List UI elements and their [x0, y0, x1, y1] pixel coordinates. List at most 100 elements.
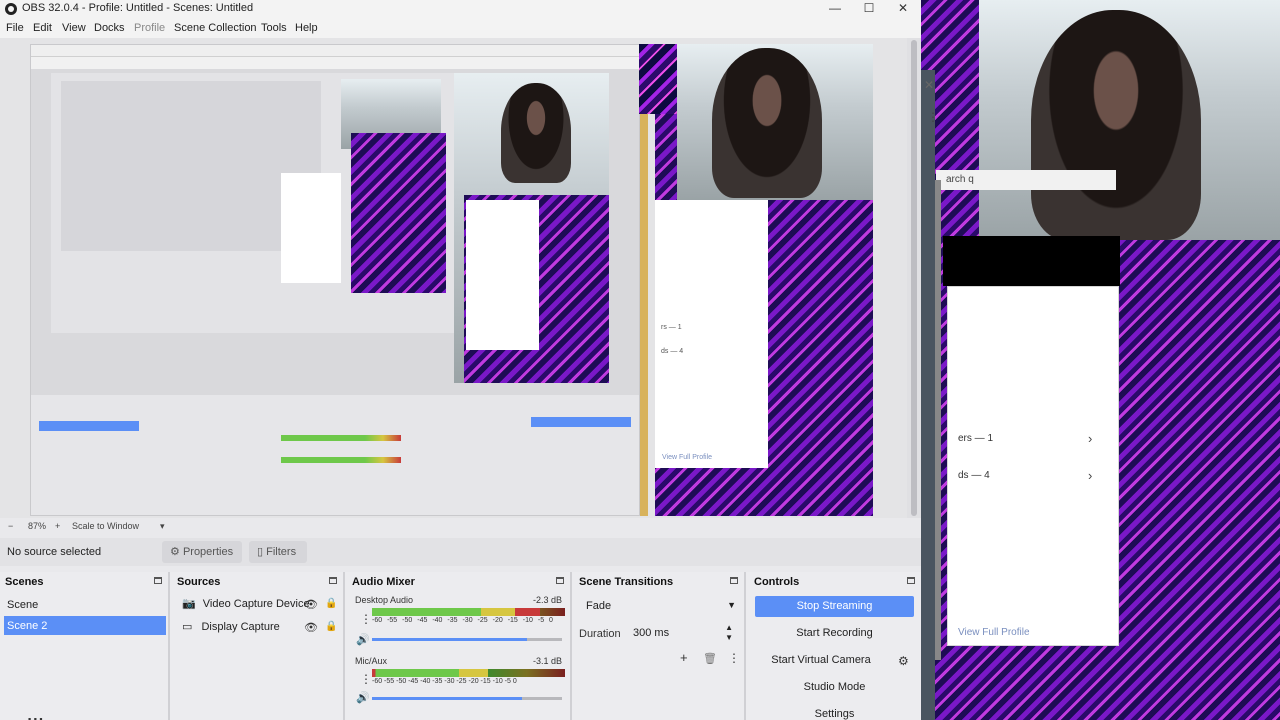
menu-help[interactable]: Help	[295, 22, 318, 34]
preview-scrollbar[interactable]	[907, 38, 921, 518]
scale-tick: -45	[417, 617, 428, 624]
stripes-corner	[639, 44, 677, 114]
add-icon[interactable]: +	[680, 650, 688, 665]
menu-docks[interactable]: Docks	[94, 22, 125, 34]
menu-file[interactable]: File	[6, 22, 24, 34]
controls-title: Controls	[754, 576, 800, 588]
view-full-profile-link[interactable]: View Full Profile	[958, 627, 1030, 638]
channel-name: Desktop Audio	[355, 595, 414, 605]
properties-label: Properties	[182, 546, 234, 558]
filters-label: Filters	[266, 546, 297, 558]
scale-tick: -5	[537, 617, 545, 624]
menu-scene-collection[interactable]: Scene Collection	[174, 22, 257, 34]
scale-tick: -25	[477, 617, 488, 624]
stop-streaming-button[interactable]: Stop Streaming	[755, 596, 914, 617]
chevron-right-icon[interactable]: ›	[1088, 431, 1092, 446]
source-row-video[interactable]: 📷 Video Capture Device	[182, 597, 310, 610]
scale-tick: -35	[447, 617, 458, 624]
menu-tools[interactable]: Tools	[261, 22, 287, 34]
kebab-icon[interactable]: ⋮	[360, 612, 372, 626]
float-dock-icon[interactable]	[154, 577, 162, 584]
meter-scale: -60 -55 -50 -45 -40 -35 -30 -25 -20 -15 …	[372, 678, 517, 685]
zoom-bar: − 87% + Scale to Window ▾	[0, 518, 921, 536]
start-recording-button[interactable]: Start Recording	[755, 623, 914, 644]
menu-profile[interactable]: Profile	[134, 22, 165, 34]
scale-tick: -60	[372, 617, 383, 624]
lock-icon[interactable]: 🔒	[325, 621, 337, 632]
kebab-icon[interactable]: ⋮	[927, 110, 939, 124]
speaker-icon[interactable]: 🔊	[356, 633, 370, 646]
source-row-display[interactable]: ▭ Display Capture	[182, 620, 280, 633]
close-icon[interactable]: ✕	[924, 78, 934, 92]
spinner-icon[interactable]: ▲ ▼	[725, 623, 733, 643]
volume-slider[interactable]	[372, 638, 562, 641]
channel-db: -2.3 dB	[532, 595, 562, 605]
menu-view[interactable]: View	[62, 22, 86, 34]
list-item[interactable]: ers — 1	[958, 433, 993, 444]
settings-button[interactable]: Settings	[755, 704, 914, 720]
source-label: Display Capture	[201, 621, 280, 633]
filters-button[interactable]: ▯ Filters	[249, 541, 307, 563]
preview-edge	[640, 44, 648, 516]
scene-item-selected[interactable]: Scene 2	[4, 616, 166, 635]
window-edge	[921, 70, 935, 720]
scale-tick: -50	[402, 617, 413, 624]
source-toolbar: No source selected ⚙ Properties ▯ Filter…	[0, 538, 921, 566]
filter-icon: ▯	[257, 546, 264, 558]
chevron-right-icon[interactable]: ›	[1088, 468, 1092, 483]
docks-area: Scenes Scene Scene 2 ▪ ▪ ▪ Sources 📷 Vid…	[0, 572, 921, 720]
lock-icon[interactable]: 🔒	[325, 598, 337, 609]
camera-icon: 📷	[182, 598, 196, 610]
person-image	[501, 83, 571, 183]
side-scrollbar[interactable]	[935, 180, 941, 660]
nested-preview	[51, 73, 459, 333]
duration-value: 300 ms	[633, 627, 670, 639]
window-title: OBS 32.0.4 - Profile: Untitled - Scenes:…	[22, 2, 254, 14]
source-label: Video Capture Device	[202, 598, 310, 610]
maximize-icon[interactable]: ☐	[852, 0, 886, 18]
chevron-down-icon[interactable]: ▾	[160, 521, 165, 532]
scale-tick: -10	[522, 617, 533, 624]
float-dock-icon[interactable]	[556, 577, 564, 584]
transition-select[interactable]: Fade ▼	[580, 596, 740, 617]
obs-logo-icon	[5, 3, 17, 15]
sources-title: Sources	[177, 576, 221, 588]
search-text: arch q	[946, 174, 974, 185]
add-scene-icon[interactable]: ▪ ▪ ▪	[28, 714, 43, 720]
search-field[interactable]: arch q	[936, 170, 1116, 190]
eye-icon[interactable]: 👁	[304, 598, 318, 611]
list-item[interactable]: ds — 4	[958, 470, 990, 481]
zoom-in-icon[interactable]: +	[55, 521, 60, 531]
duration-input[interactable]: 300 ms ▲ ▼	[628, 623, 740, 644]
person-image	[712, 48, 822, 198]
close-icon[interactable]: ✕	[886, 0, 920, 18]
float-dock-icon[interactable]	[730, 577, 738, 584]
kebab-icon[interactable]: ⋮	[360, 672, 372, 686]
trash-icon[interactable]: 🗑	[703, 652, 717, 665]
speaker-icon[interactable]: 🔊	[356, 691, 370, 704]
person-image	[1031, 10, 1201, 240]
properties-button[interactable]: ⚙ Properties	[162, 541, 242, 563]
preview-canvas[interactable]	[30, 44, 640, 516]
meter-scale: -60 -55 -50 -45 -40 -35 -30 -25 -20 -15 …	[372, 617, 565, 624]
scale-mode[interactable]: Scale to Window	[72, 521, 139, 531]
scale-tick: -40	[432, 617, 443, 624]
nested-menubar	[31, 57, 639, 69]
volume-slider[interactable]	[372, 697, 562, 700]
zoom-out-icon[interactable]: −	[8, 521, 13, 531]
eye-icon[interactable]: 👁	[304, 621, 318, 634]
minimize-icon[interactable]: —	[818, 0, 852, 18]
browser-card: rs — 1 ds — 4 View Full Profile	[655, 200, 768, 468]
gear-icon[interactable]: ⚙	[898, 654, 909, 668]
menu-edit[interactable]: Edit	[33, 22, 52, 34]
float-dock-icon[interactable]	[329, 577, 337, 584]
float-dock-icon[interactable]	[907, 577, 915, 584]
audio-mixer-dock: Audio Mixer Desktop Audio -2.3 dB ⋮ -60 …	[347, 572, 572, 720]
scene-item[interactable]: Scene	[4, 595, 166, 614]
scenes-title: Scenes	[5, 576, 44, 588]
studio-mode-button[interactable]: Studio Mode	[755, 677, 914, 698]
kebab-icon[interactable]: ⋮	[728, 651, 740, 665]
nested-titlebar	[31, 45, 639, 57]
volume-meter	[372, 669, 565, 677]
start-virtual-camera-button[interactable]: Start Virtual Camera	[755, 650, 887, 671]
